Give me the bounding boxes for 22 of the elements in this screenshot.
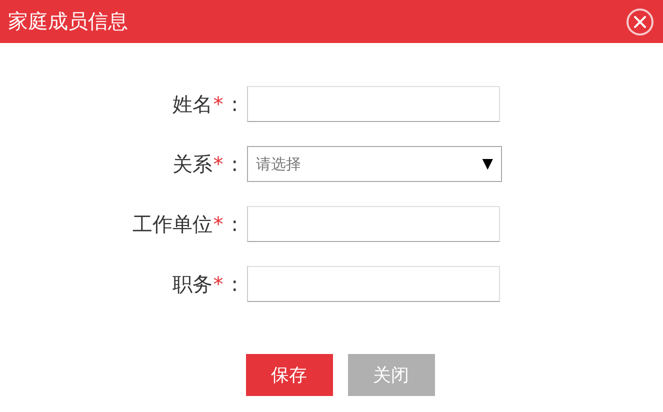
- required-mark: *: [213, 272, 224, 296]
- field-label: 关系: [172, 150, 212, 178]
- close-button[interactable]: 关闭: [348, 354, 434, 396]
- field-label: 职务: [172, 270, 212, 298]
- save-button[interactable]: 保存: [246, 354, 332, 396]
- input-field[interactable]: [247, 86, 500, 122]
- field-label: 姓名: [172, 90, 212, 118]
- close-icon[interactable]: [626, 8, 654, 36]
- window-title: 家庭成员信息: [8, 8, 128, 35]
- colon: :: [231, 272, 238, 296]
- required-mark: *: [213, 152, 224, 176]
- required-mark: *: [213, 92, 224, 116]
- select-placeholder: 请选择: [256, 154, 301, 174]
- colon: :: [231, 212, 238, 236]
- colon: :: [231, 152, 238, 176]
- select-field[interactable]: 请选择 ▼: [247, 146, 502, 182]
- input-field[interactable]: [247, 206, 500, 242]
- colon: :: [231, 92, 238, 116]
- required-mark: *: [213, 212, 224, 236]
- dropdown-arrow-icon: ▼: [482, 156, 493, 172]
- input-field[interactable]: [247, 266, 500, 302]
- field-label: 工作单位: [132, 210, 212, 238]
